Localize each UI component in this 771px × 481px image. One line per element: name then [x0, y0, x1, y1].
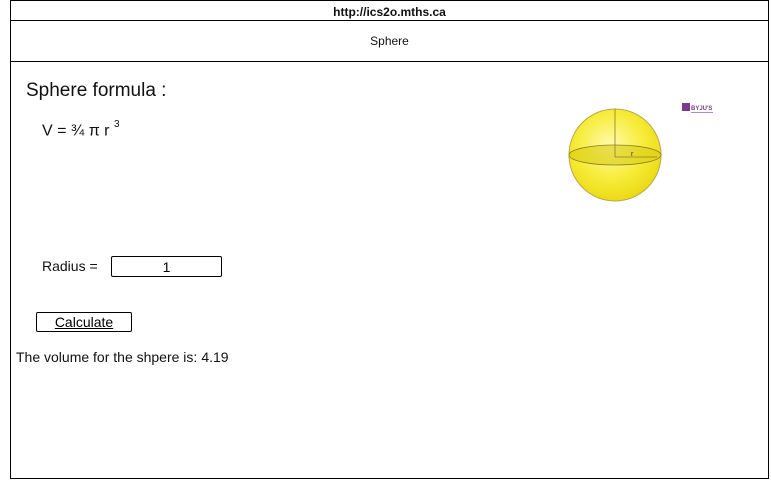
sphere-image: r: [568, 108, 662, 202]
result-text: The volume for the shpere is:: [16, 349, 198, 365]
url-text: http://ics2o.mths.ca: [333, 5, 446, 19]
app-frame: http://ics2o.mths.ca Sphere Sphere formu…: [10, 0, 769, 479]
result-value: 4.19: [201, 349, 229, 365]
formula-text: V = ¾ π r: [42, 122, 110, 140]
radius-input[interactable]: [111, 256, 222, 277]
calculate-button[interactable]: Calculate: [36, 312, 132, 332]
url-bar[interactable]: http://ics2o.mths.ca: [11, 1, 768, 21]
result: The volume for the shpere is: 4.19: [16, 349, 229, 365]
formula-heading: Sphere formula :: [26, 80, 167, 101]
logo-text: BYJU'S: [691, 106, 712, 112]
formula-exponent: 3: [113, 119, 120, 130]
formula: V = ¾ π r 3: [42, 119, 120, 140]
calculate-label: Calculate: [54, 314, 114, 330]
radius-label: Radius =: [42, 258, 98, 274]
page-title: Sphere: [370, 34, 409, 48]
page-title-bar: Sphere: [11, 21, 768, 62]
byjus-logo: BYJU'S: [682, 103, 713, 113]
